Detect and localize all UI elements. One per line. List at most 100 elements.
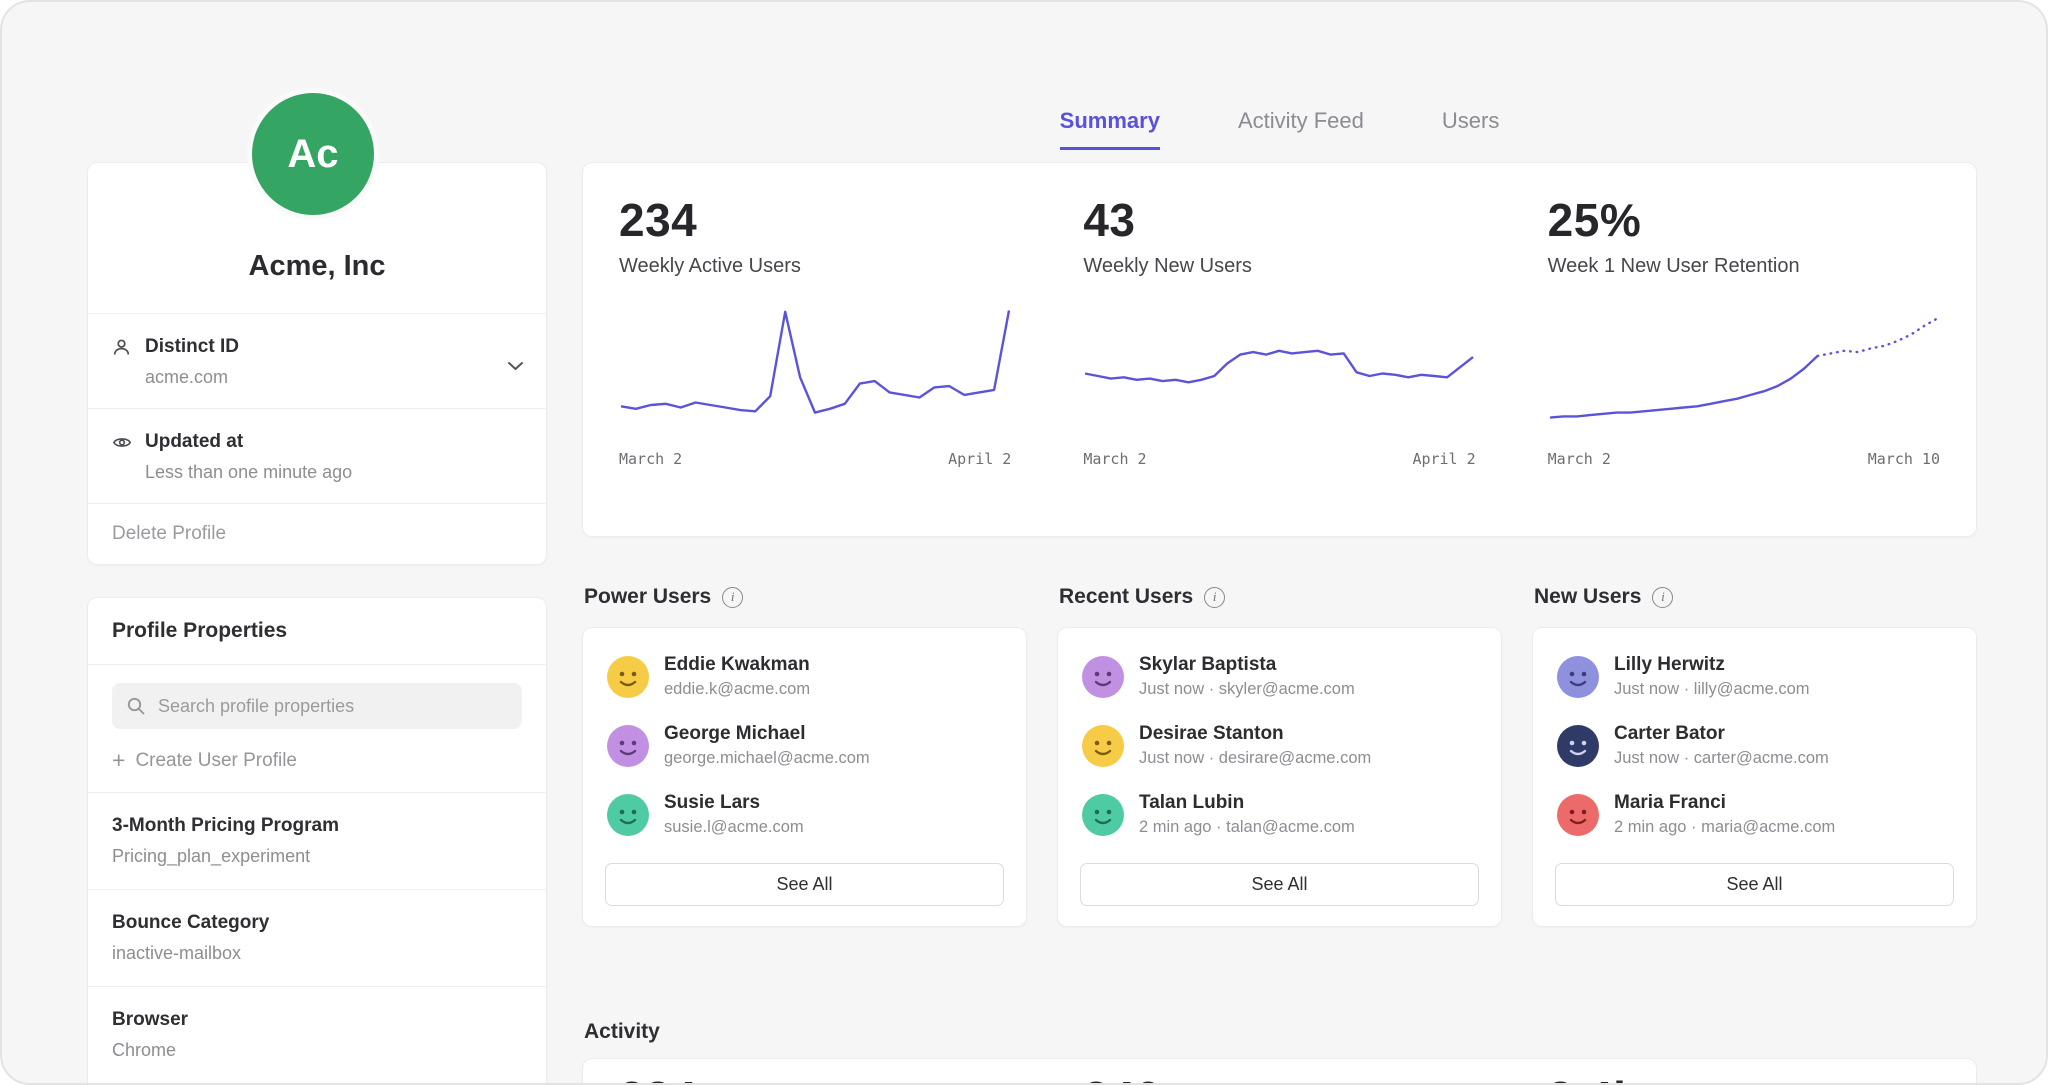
info-icon[interactable]: i	[1652, 587, 1673, 608]
property-row[interactable]: Browser Chrome	[88, 986, 546, 1083]
user-subtext: Just now · skyler@acme.com	[1139, 680, 1355, 699]
user-avatar	[607, 725, 649, 767]
tab-activity-feed[interactable]: Activity Feed	[1238, 108, 1364, 150]
new-users-card: Lilly Herwitz Just now · lilly@acme.com …	[1532, 627, 1977, 927]
user-row[interactable]: Talan Lubin 2 min ago · talan@acme.com	[1080, 780, 1479, 849]
user-name: Skylar Baptista	[1139, 654, 1355, 676]
user-subtext: susie.l@acme.com	[664, 818, 804, 837]
user-name: Eddie Kwakman	[664, 654, 810, 676]
axis-label-right: March 10	[1868, 450, 1940, 468]
activity-stat-value: 240	[1083, 1071, 1475, 1085]
user-avatar	[1557, 794, 1599, 836]
user-avatar	[1557, 725, 1599, 767]
stat-value: 43	[1083, 193, 1475, 247]
power-users-title: Power Users	[584, 585, 711, 609]
user-row[interactable]: Skylar Baptista Just now · skyler@acme.c…	[1080, 642, 1479, 711]
user-avatar	[607, 656, 649, 698]
user-avatar	[1082, 794, 1124, 836]
updated-at-label: Updated at	[145, 431, 352, 453]
property-value: Chrome	[112, 1040, 522, 1061]
user-row[interactable]: Desirae Stanton Just now · desirare@acme…	[1080, 711, 1479, 780]
axis-label-right: April 2	[948, 450, 1011, 468]
company-profile-card: Acme, Inc Distinct ID acme.com	[87, 162, 547, 565]
create-user-profile-button[interactable]: + Create User Profile	[88, 743, 546, 792]
activity-title: Activity	[584, 1020, 660, 1044]
company-avatar: Ac	[247, 88, 379, 220]
property-value: Pricing_plan_experiment	[112, 846, 522, 867]
activity-stat: 240	[1047, 1071, 1511, 1085]
new-users-section: New Users i Lilly Herwitz Just now · lil…	[1532, 585, 1977, 927]
stat-value: 234	[619, 193, 1011, 247]
property-name: 3-Month Pricing Program	[112, 815, 522, 837]
updated-at-texts: Updated at Less than one minute ago	[145, 431, 352, 483]
power-users-section: Power Users i Eddie Kwakman eddie.k@acme…	[582, 585, 1027, 927]
info-icon[interactable]: i	[1204, 587, 1225, 608]
user-row[interactable]: Lilly Herwitz Just now · lilly@acme.com	[1555, 642, 1954, 711]
stat-label: Weekly Active Users	[619, 255, 1011, 278]
user-name: Susie Lars	[664, 792, 804, 814]
user-lists-section: Power Users i Eddie Kwakman eddie.k@acme…	[582, 585, 1977, 927]
user-row[interactable]: Carter Bator Just now · carter@acme.com	[1555, 711, 1954, 780]
profile-properties-title: Profile Properties	[88, 598, 546, 665]
distinct-id-row[interactable]: Distinct ID acme.com	[88, 313, 546, 408]
user-name: Lilly Herwitz	[1614, 654, 1810, 676]
property-value: inactive-mailbox	[112, 943, 522, 964]
activity-card: 234 240 3.4k	[582, 1058, 1977, 1085]
user-row[interactable]: Eddie Kwakman eddie.k@acme.com	[605, 642, 1004, 711]
plus-icon: +	[112, 749, 125, 772]
chevron-down-icon[interactable]	[507, 358, 524, 376]
recent-users-section: Recent Users i Skylar Baptista Just now …	[1057, 585, 1502, 927]
user-name: George Michael	[664, 723, 870, 745]
main-tabs: Summary Activity Feed Users	[582, 108, 1977, 150]
property-row[interactable]: 3-Month Pricing Program Pricing_plan_exp…	[88, 792, 546, 889]
weekly-new-users-chart	[1083, 302, 1475, 440]
user-row[interactable]: Maria Franci 2 min ago · maria@acme.com	[1555, 780, 1954, 849]
user-row[interactable]: Susie Lars susie.l@acme.com	[605, 780, 1004, 849]
property-name: Browser	[112, 1009, 522, 1031]
property-name: Bounce Category	[112, 912, 522, 934]
user-name: Talan Lubin	[1139, 792, 1355, 814]
info-icon[interactable]: i	[722, 587, 743, 608]
chart-axis: March 2 April 2	[619, 450, 1011, 468]
new-users-title: New Users	[1534, 585, 1641, 609]
activity-stat-value: 3.4k	[1548, 1071, 1940, 1085]
user-subtext: 2 min ago · talan@acme.com	[1139, 818, 1355, 837]
tab-users[interactable]: Users	[1442, 108, 1499, 150]
power-users-card: Eddie Kwakman eddie.k@acme.com George Mi…	[582, 627, 1027, 927]
user-subtext: george.michael@acme.com	[664, 749, 870, 768]
tab-summary[interactable]: Summary	[1060, 108, 1160, 150]
stat-label: Weekly New Users	[1083, 255, 1475, 278]
stat-value: 25%	[1548, 193, 1940, 247]
user-subtext: eddie.k@acme.com	[664, 680, 810, 699]
property-row[interactable]: Bounce Category inactive-mailbox	[88, 889, 546, 986]
user-name: Desirae Stanton	[1139, 723, 1371, 745]
search-input[interactable]	[112, 683, 522, 729]
axis-label-left: March 2	[1083, 450, 1146, 468]
delete-profile-button[interactable]: Delete Profile	[88, 503, 546, 564]
stat-weekly-active-users: 234 Weekly Active Users March 2 April 2	[583, 193, 1047, 512]
user-subtext: 2 min ago · maria@acme.com	[1614, 818, 1835, 837]
updated-at-row: Updated at Less than one minute ago	[88, 408, 546, 503]
eye-icon	[112, 431, 132, 483]
user-avatar	[607, 794, 649, 836]
profile-page: Ac Acme, Inc Distinct ID acme.com	[0, 0, 2048, 1085]
see-all-button[interactable]: See All	[605, 863, 1004, 906]
user-avatar	[1082, 725, 1124, 767]
user-subtext: Just now · lilly@acme.com	[1614, 680, 1810, 699]
see-all-button[interactable]: See All	[1555, 863, 1954, 906]
search-icon	[126, 696, 146, 721]
distinct-id-value: acme.com	[145, 367, 239, 388]
user-name: Maria Franci	[1614, 792, 1835, 814]
chart-axis: March 2 April 2	[1083, 450, 1475, 468]
distinct-id-texts: Distinct ID acme.com	[145, 336, 239, 388]
see-all-button[interactable]: See All	[1080, 863, 1479, 906]
user-row[interactable]: George Michael george.michael@acme.com	[605, 711, 1004, 780]
recent-users-title: Recent Users	[1059, 585, 1193, 609]
week1-retention-chart	[1548, 302, 1940, 440]
axis-label-left: March 2	[619, 450, 682, 468]
recent-users-card: Skylar Baptista Just now · skyler@acme.c…	[1057, 627, 1502, 927]
weekly-active-users-chart	[619, 302, 1011, 440]
create-user-profile-label: Create User Profile	[135, 750, 297, 772]
user-subtext: Just now · desirare@acme.com	[1139, 749, 1371, 768]
person-icon	[112, 336, 132, 388]
